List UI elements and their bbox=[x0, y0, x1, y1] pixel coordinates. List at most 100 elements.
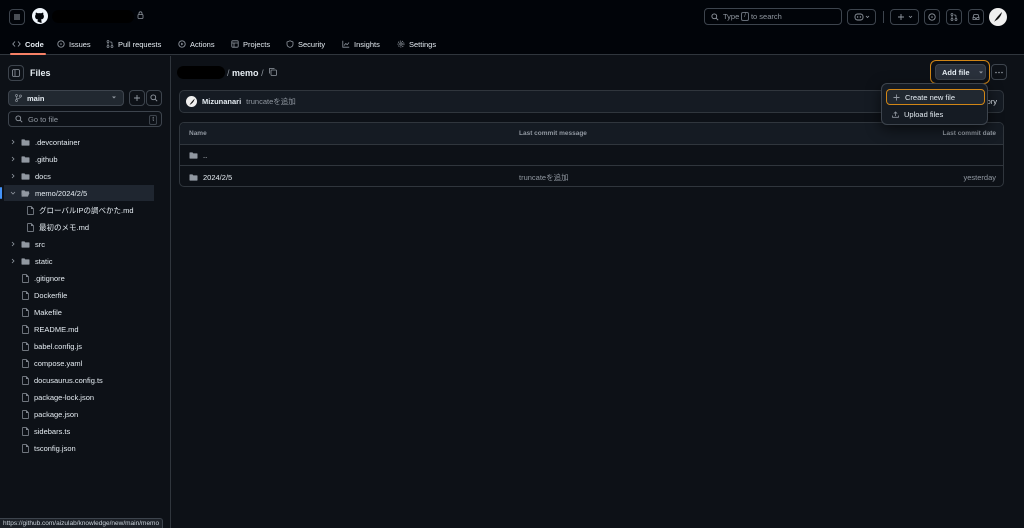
issues-button[interactable] bbox=[924, 9, 940, 25]
tree-item-label: 最初のメモ.md bbox=[39, 222, 90, 232]
tree-file-item[interactable]: 最初のメモ.md bbox=[27, 219, 89, 235]
tab-label: Security bbox=[298, 39, 326, 49]
commit-message[interactable]: truncateを追加 bbox=[246, 96, 296, 107]
folder-icon bbox=[21, 138, 30, 146]
row-name[interactable]: 2024/2/5 bbox=[203, 167, 232, 186]
tree-folder-item[interactable]: .github bbox=[10, 151, 58, 167]
create-new-button[interactable] bbox=[890, 9, 919, 25]
table-row[interactable]: 2024/2/5 truncateを追加 yesterday bbox=[180, 167, 1003, 186]
code-icon bbox=[12, 41, 21, 47]
tree-item-label: .devcontainer bbox=[35, 137, 81, 147]
search-input[interactable]: Type / to search bbox=[704, 8, 842, 25]
copy-path-icon[interactable] bbox=[268, 67, 278, 77]
search-icon bbox=[15, 115, 23, 123]
repo-tabs: Code Issues Pull requests Actions Projec… bbox=[0, 33, 1024, 55]
sidebar-panel-icon bbox=[12, 69, 20, 77]
github-logo-icon[interactable] bbox=[32, 8, 48, 24]
pull-requests-button[interactable] bbox=[946, 9, 962, 25]
column-header-name: Name bbox=[189, 130, 207, 137]
go-to-file-input[interactable]: Go to file t bbox=[8, 111, 162, 127]
tree-file-item[interactable]: babel.config.js bbox=[22, 338, 82, 354]
chevron-right-icon[interactable] bbox=[10, 139, 16, 145]
tree-folder-item[interactable]: docs bbox=[10, 168, 51, 184]
tab-actions[interactable]: Actions bbox=[178, 33, 215, 55]
tree-item-label: docs bbox=[35, 171, 51, 181]
tree-item-label: package.json bbox=[34, 409, 79, 419]
breadcrumb-separator: / bbox=[261, 68, 264, 78]
tab-settings[interactable]: Settings bbox=[397, 33, 436, 55]
collapse-sidebar-button[interactable] bbox=[8, 65, 24, 81]
tree-item-label: package-lock.json bbox=[34, 392, 95, 402]
tree-file-item[interactable]: .gitignore bbox=[22, 270, 65, 286]
tree-file-item[interactable]: Dockerfile bbox=[22, 287, 67, 303]
chevron-right-icon[interactable] bbox=[10, 241, 16, 247]
tab-label: Code bbox=[25, 39, 44, 49]
tree-folder-item[interactable]: memo/2024/2/5 bbox=[0, 185, 154, 201]
tree-folder-item[interactable]: src bbox=[10, 236, 45, 252]
file-icon bbox=[22, 324, 29, 334]
menu-item-create-new-file[interactable]: Create new file bbox=[886, 89, 985, 105]
file-icon bbox=[22, 409, 29, 419]
tab-label: Insights bbox=[354, 39, 380, 49]
tab-security[interactable]: Security bbox=[286, 33, 325, 55]
issue-icon bbox=[928, 13, 936, 21]
go-to-file-placeholder: Go to file bbox=[28, 114, 59, 124]
folder-icon bbox=[21, 257, 30, 265]
more-options-button[interactable] bbox=[991, 64, 1007, 80]
folder-icon bbox=[21, 155, 30, 163]
tree-item-label: .gitignore bbox=[34, 273, 65, 283]
gear-icon bbox=[397, 40, 405, 48]
chevron-right-icon[interactable] bbox=[10, 258, 16, 264]
menu-item-upload-files[interactable]: Upload files bbox=[886, 106, 985, 122]
tab-label: Settings bbox=[409, 39, 437, 49]
upload-icon bbox=[892, 110, 899, 118]
add-file-button[interactable]: Add file bbox=[935, 64, 986, 80]
add-file-label: Add file bbox=[942, 67, 970, 77]
tree-folder-item[interactable]: .devcontainer bbox=[10, 134, 80, 150]
tree-file-item[interactable]: README.md bbox=[22, 321, 79, 337]
shield-icon bbox=[286, 40, 294, 48]
tree-file-item[interactable]: compose.yaml bbox=[22, 355, 82, 371]
tab-issues[interactable]: Issues bbox=[57, 33, 91, 55]
tab-projects[interactable]: Projects bbox=[231, 33, 270, 55]
tab-insights[interactable]: Insights bbox=[342, 33, 380, 55]
chevron-right-icon[interactable] bbox=[10, 156, 16, 162]
commit-author-avatar[interactable] bbox=[186, 96, 197, 107]
tree-file-item[interactable]: tsconfig.json bbox=[22, 440, 76, 456]
add-file-sidebar-button[interactable] bbox=[129, 90, 145, 106]
file-icon bbox=[27, 222, 34, 232]
tree-file-item[interactable]: sidebars.ts bbox=[22, 423, 70, 439]
tree-item-label: Dockerfile bbox=[34, 290, 68, 300]
chevron-right-icon[interactable] bbox=[10, 173, 16, 179]
row-commit-message[interactable]: truncateを追加 bbox=[519, 167, 569, 186]
tree-file-item[interactable]: package.json bbox=[22, 406, 78, 422]
hamburger-menu-button[interactable] bbox=[9, 9, 25, 25]
tree-item-label: babel.config.js bbox=[34, 341, 82, 351]
git-branch-icon bbox=[15, 94, 22, 102]
file-table: Name Last commit message Last commit dat… bbox=[179, 122, 1004, 187]
tree-file-item[interactable]: docusaurus.config.ts bbox=[22, 372, 103, 388]
inbox-button[interactable] bbox=[968, 9, 984, 25]
branch-selector[interactable]: main bbox=[8, 90, 124, 106]
tab-code[interactable]: Code bbox=[10, 33, 46, 55]
folder-icon bbox=[189, 174, 198, 181]
tree-file-item[interactable]: package-lock.json bbox=[22, 389, 94, 405]
tab-pull-requests[interactable]: Pull requests bbox=[106, 33, 161, 55]
avatar-feather-icon bbox=[188, 98, 195, 105]
tree-file-item[interactable]: グローバルIPの調べかた.md bbox=[27, 202, 134, 218]
table-row-parent[interactable]: .. bbox=[180, 145, 1003, 166]
commit-author[interactable]: Mizunanari bbox=[202, 97, 241, 106]
row-name[interactable]: .. bbox=[203, 145, 207, 166]
search-files-button[interactable] bbox=[146, 90, 162, 106]
user-avatar[interactable] bbox=[989, 8, 1007, 26]
tree-folder-item[interactable]: static bbox=[10, 253, 53, 269]
table-header: Name Last commit message Last commit dat… bbox=[180, 123, 1003, 145]
avatar-feather-icon bbox=[994, 12, 1002, 22]
status-bar-url: https://github.com/aizulab/knowledge/new… bbox=[0, 518, 164, 528]
tree-file-item[interactable]: Makefile bbox=[22, 304, 62, 320]
chevron-down-icon[interactable] bbox=[10, 190, 16, 196]
copilot-button[interactable] bbox=[847, 9, 876, 25]
kebab-horizontal-icon bbox=[995, 71, 1003, 73]
plus-icon bbox=[893, 94, 900, 100]
tree-item-label: README.md bbox=[34, 324, 79, 334]
